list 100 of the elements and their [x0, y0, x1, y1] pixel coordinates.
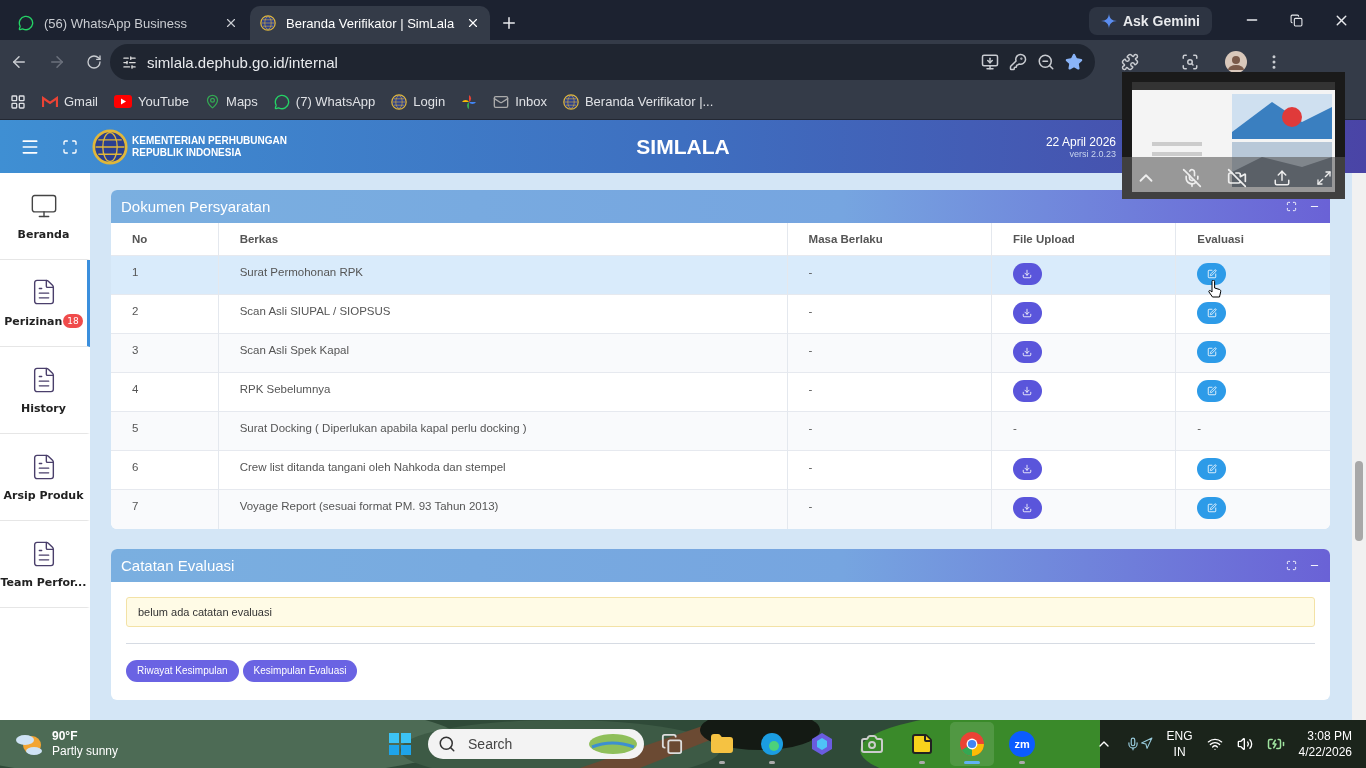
header-date: 22 April 2026 — [1045, 134, 1116, 149]
download-icon — [1022, 386, 1033, 396]
table-cell: 4 — [111, 372, 219, 412]
card-title: Catatan Evaluasi — [121, 556, 236, 574]
expand-icon[interactable] — [1286, 201, 1297, 212]
column-header: Evaluasi — [1175, 223, 1330, 256]
app-title: SIMLALA — [636, 134, 730, 158]
column-header: File Upload — [991, 223, 1176, 256]
table-cell: Scan Asli SIUPAL / SIOPSUS — [218, 294, 788, 334]
table-cell: - — [787, 372, 992, 412]
emblem-icon — [92, 128, 128, 165]
address-bar[interactable]: simlala.dephub.go.id/internal — [110, 44, 1095, 80]
download-icon — [1022, 464, 1033, 474]
table-cell: - — [787, 294, 992, 334]
edit-button[interactable] — [1197, 263, 1227, 285]
edit-button[interactable] — [1197, 497, 1227, 519]
back-icon[interactable] — [10, 53, 28, 71]
bookmark-link[interactable]: Gmail — [42, 94, 98, 109]
table-cell: - — [787, 489, 992, 529]
version-text: versi 2.0.23 — [1069, 148, 1116, 159]
edit-button[interactable] — [1197, 341, 1227, 363]
action-button[interactable]: Kesimpulan Evaluasi — [242, 659, 358, 682]
table-cell: - — [787, 333, 992, 373]
browser-tab[interactable]: Beranda Verifikator | SimLala — [250, 6, 490, 40]
edit-button[interactable] — [1197, 302, 1227, 324]
star-icon[interactable] — [1065, 53, 1083, 71]
download-button[interactable] — [1012, 302, 1042, 324]
download-icon — [1022, 269, 1033, 279]
download-button[interactable] — [1012, 380, 1042, 402]
edit-icon — [1206, 386, 1217, 396]
reload-icon[interactable] — [86, 54, 102, 70]
table-cell: - — [787, 450, 992, 490]
edit-icon — [1206, 464, 1217, 474]
new-tab-icon[interactable] — [500, 14, 518, 32]
download-button[interactable] — [1012, 263, 1042, 285]
action-button[interactable]: Riwayat Kesimpulan — [126, 659, 239, 682]
close-icon[interactable] — [224, 16, 238, 30]
globe-emblem-icon — [391, 93, 408, 110]
browser-tab[interactable]: (56) WhatsApp Business — [8, 6, 248, 40]
play-icon — [113, 95, 132, 108]
table-cell: Surat Permohonan RPK — [218, 255, 788, 295]
table-cell: - — [1175, 411, 1330, 451]
close-icon[interactable] — [466, 16, 480, 30]
scrollbar[interactable] — [1352, 173, 1366, 720]
column-header: No — [111, 223, 219, 256]
restore-icon[interactable] — [1290, 13, 1303, 27]
bookmark-link[interactable]: Inbox — [493, 93, 547, 110]
bookmark-link[interactable]: Beranda Verifikator |... — [562, 93, 714, 110]
ministry-name: KEMENTERIAN PERHUBUNGAN REPUBLIK INDONESIA — [132, 134, 287, 159]
edit-button[interactable] — [1197, 458, 1227, 480]
table-cell: 2 — [111, 294, 219, 334]
edit-icon — [1206, 308, 1217, 318]
zoom-out-icon[interactable] — [1037, 53, 1055, 71]
bookmark-link[interactable]: Maps — [205, 94, 258, 109]
screen-search-icon[interactable] — [1181, 53, 1199, 71]
gemini-button[interactable]: Ask Gemini — [1088, 7, 1212, 35]
globe-emblem-icon — [562, 93, 579, 110]
table-cell: Surat Docking ( Diperlukan apabila kapal perlu docking ) — [218, 411, 788, 451]
table-cell: 6 — [111, 450, 219, 490]
count-badge: 18 — [63, 314, 83, 328]
bookmark-link[interactable]: YouTube — [113, 94, 190, 109]
pinwheel-icon[interactable] — [461, 93, 478, 110]
download-icon — [1022, 503, 1033, 513]
download-button[interactable] — [1012, 497, 1042, 519]
card-title: Dokumen Persyaratan — [121, 198, 272, 215]
extensions-icon[interactable] — [1121, 53, 1139, 71]
chat-bubble-icon — [273, 93, 290, 110]
video-off-icon[interactable] — [1227, 168, 1248, 188]
mail-m-icon — [42, 95, 58, 108]
apps-grid-icon[interactable] — [10, 93, 26, 110]
table-cell: RPK Sebelumnya — [218, 372, 788, 412]
download-button[interactable] — [1012, 341, 1042, 363]
expand-icon[interactable] — [1286, 559, 1297, 571]
bookmark-link[interactable]: (7) WhatsApp — [273, 93, 376, 110]
table-cell: Crew list ditanda tangani oleh Nahkoda dan stempel — [218, 450, 788, 490]
expand-icon[interactable] — [1316, 170, 1333, 186]
edit-icon — [1206, 269, 1217, 279]
table-cell: - — [991, 411, 1176, 451]
key-icon[interactable] — [1009, 53, 1027, 71]
install-icon[interactable] — [981, 53, 999, 71]
bookmark-link[interactable]: Login — [391, 93, 446, 110]
edit-icon — [1206, 503, 1217, 513]
share-icon[interactable] — [1272, 169, 1291, 187]
column-header: Masa Berlaku — [787, 223, 992, 256]
table-cell: - — [787, 255, 992, 295]
mail-icon — [493, 93, 510, 110]
table-cell: 1 — [111, 255, 219, 295]
edit-button[interactable] — [1197, 380, 1227, 402]
table-cell: 3 — [111, 333, 219, 373]
table-cell: 5 — [111, 411, 219, 451]
fullscreen-icon[interactable] — [62, 138, 78, 155]
download-icon — [1022, 308, 1033, 318]
globe-emblem-icon — [260, 15, 276, 31]
download-button[interactable] — [1012, 458, 1042, 480]
table-cell: Voyage Report (sesuai format PM. 93 Tahun 2013) — [218, 489, 788, 529]
avatar-icon[interactable] — [1225, 51, 1247, 73]
chat-bubble-icon — [18, 15, 34, 31]
table-cell: - — [787, 411, 992, 451]
site-settings-icon[interactable] — [122, 54, 137, 70]
column-header: Berkas — [218, 223, 788, 256]
